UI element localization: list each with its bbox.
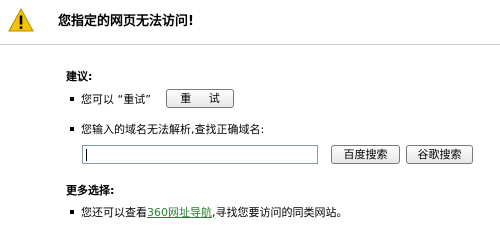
bullet [70,210,74,214]
nav-360-link[interactable]: 360网址导航 [147,206,212,219]
suggestions-heading: 建议: [66,70,93,83]
bullet [70,127,74,131]
warning-icon [8,8,34,32]
text-caret [86,149,87,161]
page-title: 您指定的网页无法访问! [58,14,194,29]
bullet [70,97,74,101]
more-options-suffix: ,寻找您要访问的同类网站。 [212,206,348,219]
baidu-search-button[interactable]: 百度搜索 [331,145,400,164]
domain-hint-text: 您输入的域名无法解析,查找正确域名: [81,123,265,136]
google-search-button[interactable]: 谷歌搜索 [406,145,473,164]
more-options-text: 您还可以查看360网址导航,寻找您要访问的同类网站。 [81,204,348,220]
header-divider [0,44,500,45]
more-options-prefix: 您还可以查看 [81,206,147,219]
domain-search-input[interactable] [82,145,318,164]
more-options-heading: 更多选择: [66,184,115,197]
retry-hint-text: 您可以 “重试” [81,93,151,106]
retry-button[interactable]: 重 试 [166,89,234,108]
